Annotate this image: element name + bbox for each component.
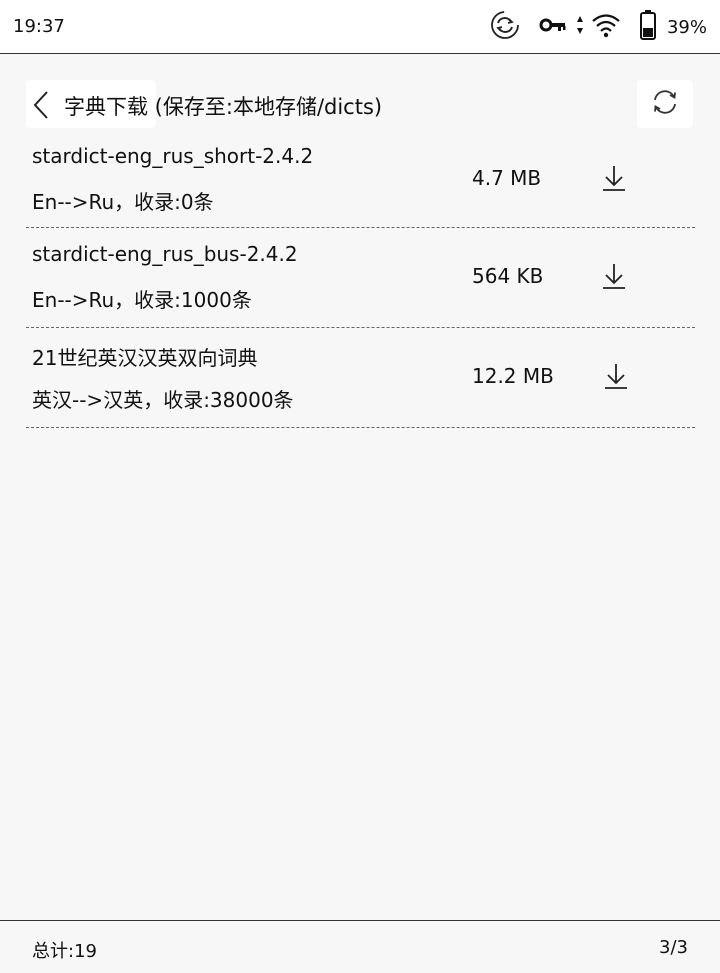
battery-percent: 39% [666, 16, 707, 38]
battery-icon [639, 9, 657, 45]
footer-bar: 总计:19 3/3 [0, 920, 720, 973]
refresh-icon [650, 87, 680, 121]
total-count: 总计:19 [32, 941, 97, 962]
dictionary-list: stardict-eng_rus_short-2.4.2 En-->Ru，收录:… [26, 130, 695, 428]
download-icon[interactable] [600, 163, 628, 193]
download-icon[interactable] [602, 361, 630, 391]
wifi-icon [591, 12, 621, 42]
chevron-left-icon[interactable] [32, 90, 50, 124]
dict-name: 21世纪英汉汉英双向词典 [32, 346, 258, 370]
dict-name: stardict-eng_rus_short-2.4.2 [32, 144, 314, 168]
list-item[interactable]: stardict-eng_rus_bus-2.4.2 En-->Ru，收录:10… [26, 228, 695, 328]
download-icon[interactable] [600, 261, 628, 291]
key-icon [539, 15, 567, 39]
data-arrows-icon [575, 14, 585, 40]
status-icons: 39% [489, 10, 707, 44]
status-bar: 19:37 39% [0, 0, 720, 54]
list-item[interactable]: 21世纪英汉汉英双向词典 英汉-->汉英，收录:38000条 12.2 MB [26, 328, 695, 428]
dict-name: stardict-eng_rus_bus-2.4.2 [32, 242, 298, 266]
dict-size: 12.2 MB [472, 364, 554, 388]
status-time: 19:37 [13, 16, 65, 37]
page-title: 字典下载 (保存至:本地存储/dicts) [64, 95, 383, 119]
sync-icon [489, 9, 521, 45]
page-header: 字典下载 (保存至:本地存储/dicts) [0, 80, 720, 130]
dict-size: 4.7 MB [472, 166, 542, 190]
dict-description: En-->Ru，收录:1000条 [32, 288, 252, 312]
dict-description: En-->Ru，收录:0条 [32, 190, 214, 214]
dict-size: 564 KB [472, 264, 544, 288]
refresh-button[interactable] [637, 80, 693, 128]
list-item[interactable]: stardict-eng_rus_short-2.4.2 En-->Ru，收录:… [26, 130, 695, 228]
dict-description: 英汉-->汉英，收录:38000条 [32, 388, 294, 412]
page-indicator: 3/3 [659, 937, 688, 958]
